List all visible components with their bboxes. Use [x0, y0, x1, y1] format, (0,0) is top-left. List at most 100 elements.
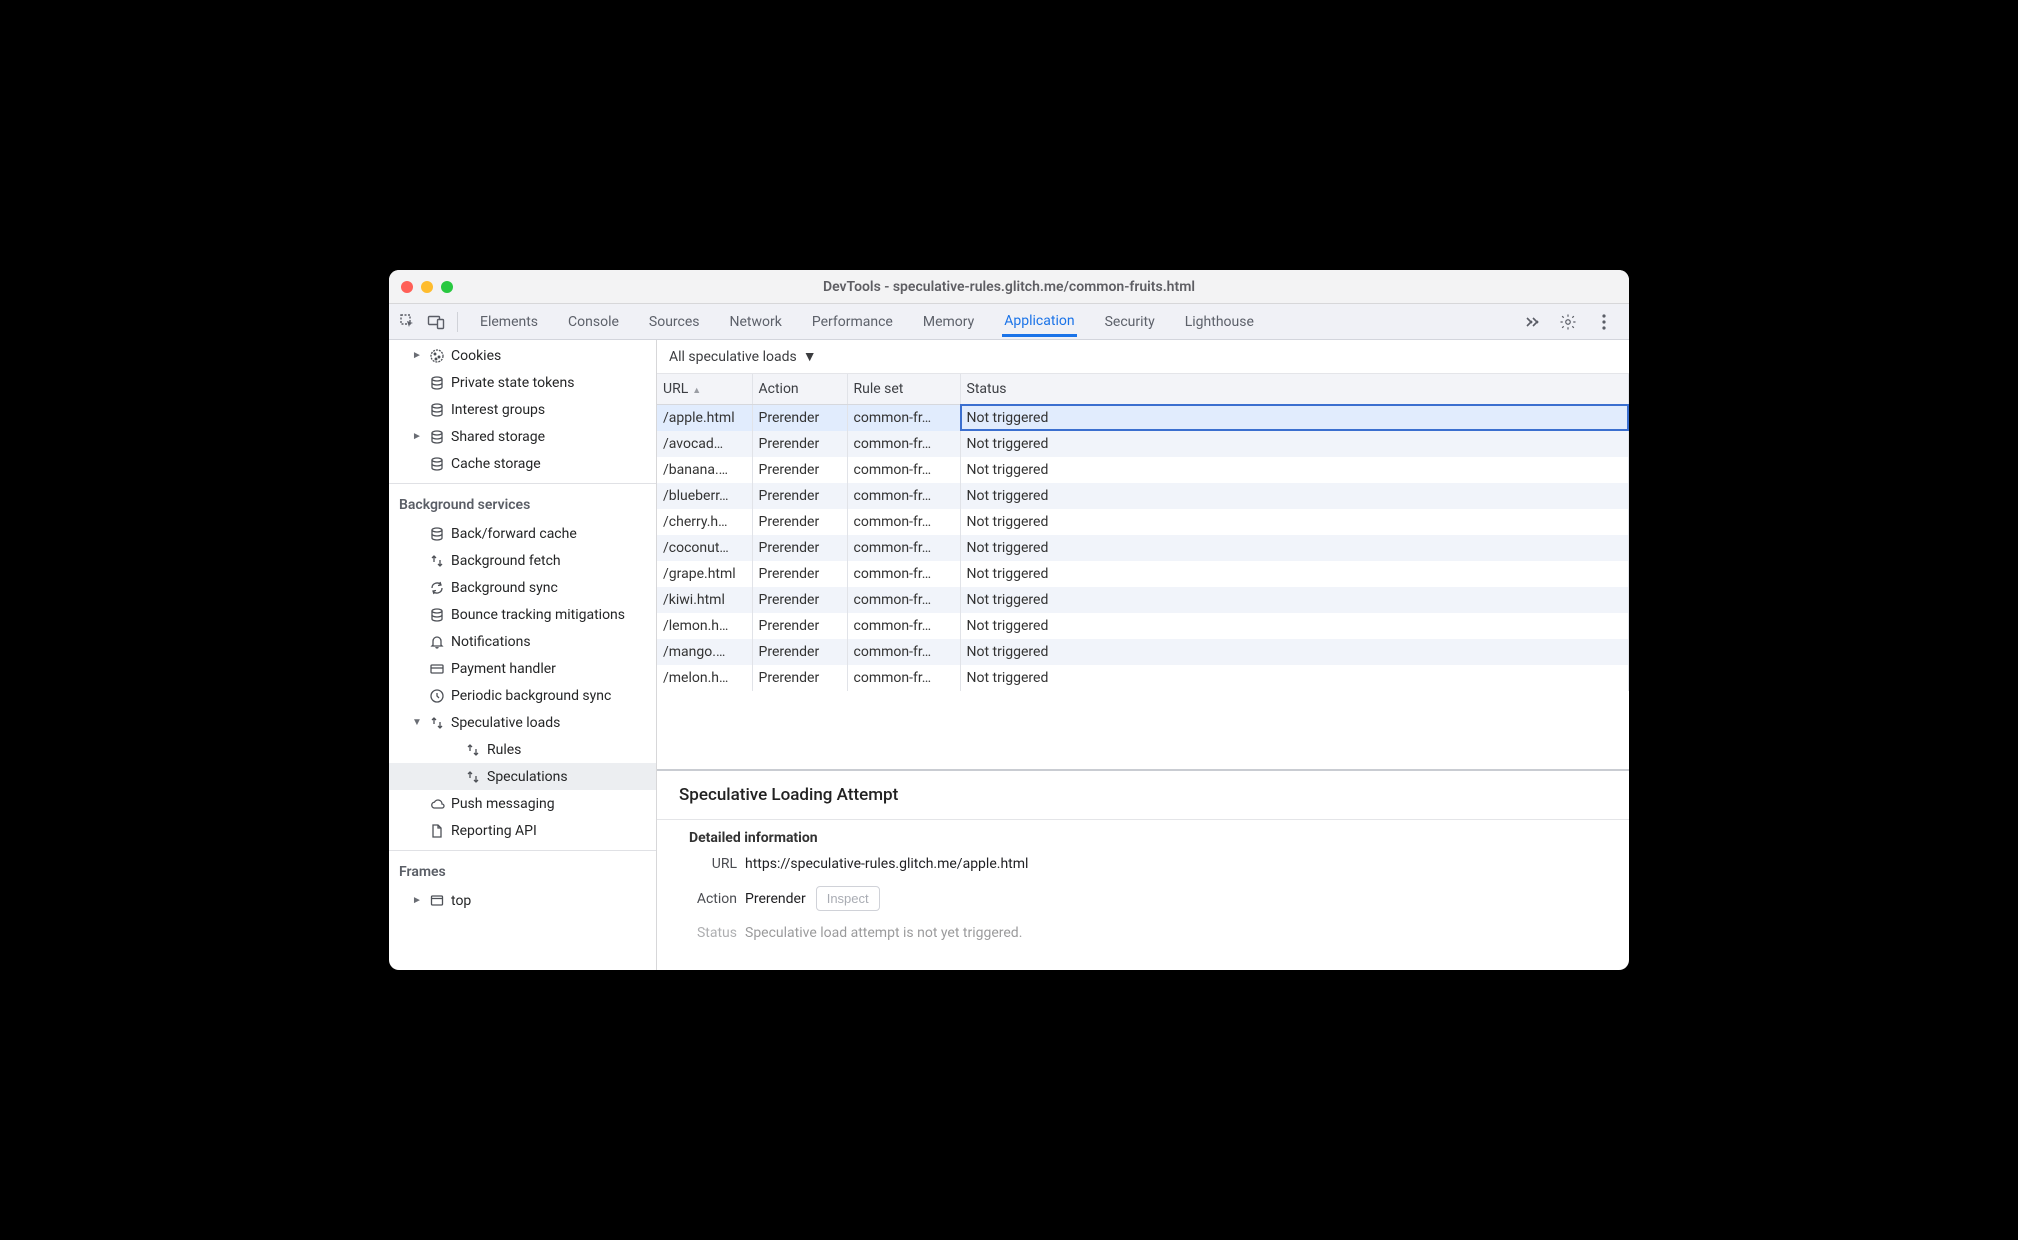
device-toolbar-icon[interactable]: [425, 311, 447, 333]
tab-sources[interactable]: Sources: [647, 308, 702, 336]
detail-url-key: URL: [679, 856, 745, 872]
sync-icon: [429, 580, 445, 596]
maximize-window-button[interactable]: [441, 281, 453, 293]
sidebar-item-back-forward-cache[interactable]: Back/forward cache: [389, 520, 656, 547]
table-row[interactable]: /apple.htmlPrerendercommon-fr…Not trigge…: [657, 404, 1629, 431]
cell-status: Not triggered: [960, 665, 1629, 691]
sidebar-item-speculative-loads[interactable]: ▼Speculative loads: [389, 709, 656, 736]
twisty-icon: ▼: [411, 717, 423, 728]
table-row[interactable]: /kiwi.htmlPrerendercommon-fr…Not trigger…: [657, 587, 1629, 613]
cell-action: Prerender: [752, 457, 847, 483]
sidebar-item-cookies[interactable]: ►Cookies: [389, 342, 656, 369]
cookie-icon: [429, 348, 445, 364]
column-status[interactable]: Status: [960, 374, 1629, 404]
sidebar-item-top[interactable]: ► top: [389, 887, 656, 914]
cell-ruleset: common-fr…: [847, 483, 960, 509]
tab-console[interactable]: Console: [566, 308, 621, 336]
cell-status: Not triggered: [960, 431, 1629, 457]
updown-icon: [429, 553, 445, 569]
sidebar-item-bounce-tracking-mitigations[interactable]: Bounce tracking mitigations: [389, 601, 656, 628]
table-row[interactable]: /melon.h…Prerendercommon-fr…Not triggere…: [657, 665, 1629, 691]
tree-item-label: Background fetch: [451, 553, 561, 569]
cell-url: /grape.html: [657, 561, 752, 587]
tab-security[interactable]: Security: [1103, 308, 1157, 336]
tab-lighthouse[interactable]: Lighthouse: [1183, 308, 1256, 336]
tab-network[interactable]: Network: [728, 308, 784, 336]
speculations-table-wrap[interactable]: URL▲ActionRule setStatus /apple.htmlPrer…: [657, 374, 1629, 770]
sidebar-item-payment-handler[interactable]: Payment handler: [389, 655, 656, 682]
sidebar-item-speculations[interactable]: Speculations: [389, 763, 656, 790]
minimize-window-button[interactable]: [421, 281, 433, 293]
sidebar-heading-bg: Background services: [389, 490, 656, 520]
close-window-button[interactable]: [401, 281, 413, 293]
sidebar-item-periodic-background-sync[interactable]: Periodic background sync: [389, 682, 656, 709]
sidebar-item-shared-storage[interactable]: ► Shared storage: [389, 423, 656, 450]
column-url[interactable]: URL▲: [657, 374, 752, 404]
cell-url: /apple.html: [657, 404, 752, 431]
panel-tabbar: Elements Console Sources Network Performance…: [389, 304, 1629, 340]
sidebar-item-background-fetch[interactable]: Background fetch: [389, 547, 656, 574]
detail-status-value: Speculative load attempt is not yet trig…: [745, 925, 1022, 941]
twisty-icon: ►: [411, 431, 423, 442]
database-icon: [429, 526, 445, 542]
sidebar-item-reporting-api[interactable]: Reporting API: [389, 817, 656, 844]
more-tabs-icon[interactable]: [1521, 311, 1543, 333]
detail-action-key: Action: [679, 891, 745, 907]
tab-performance[interactable]: Performance: [810, 308, 895, 336]
tree-item-label: Push messaging: [451, 796, 555, 812]
tree-item-label: Cookies: [451, 348, 501, 364]
window-title: DevTools - speculative-rules.glitch.me/c…: [389, 279, 1629, 295]
column-action[interactable]: Action: [752, 374, 847, 404]
chevron-down-icon: ▼: [803, 348, 817, 365]
table-row[interactable]: /avocad…Prerendercommon-fr…Not triggered: [657, 431, 1629, 457]
cell-action: Prerender: [752, 483, 847, 509]
cell-url: /melon.h…: [657, 665, 752, 691]
table-row[interactable]: /banana.…Prerendercommon-fr…Not triggere…: [657, 457, 1629, 483]
tab-memory[interactable]: Memory: [921, 308, 976, 336]
database-icon: [429, 456, 445, 472]
cloud-icon: [429, 796, 445, 812]
frame-icon: [429, 893, 445, 909]
tree-item-label: Bounce tracking mitigations: [451, 607, 625, 623]
inspect-element-icon[interactable]: [397, 311, 419, 333]
table-row[interactable]: /mango.…Prerendercommon-fr…Not triggered: [657, 639, 1629, 665]
table-row[interactable]: /lemon.h…Prerendercommon-fr…Not triggere…: [657, 613, 1629, 639]
cell-status: Not triggered: [960, 639, 1629, 665]
cell-ruleset: common-fr…: [847, 613, 960, 639]
table-row[interactable]: /coconut…Prerendercommon-fr…Not triggere…: [657, 535, 1629, 561]
sidebar-item-rules[interactable]: Rules: [389, 736, 656, 763]
inspect-button[interactable]: Inspect: [816, 886, 880, 911]
cell-ruleset: common-fr…: [847, 665, 960, 691]
sidebar-item-cache-storage[interactable]: Cache storage: [389, 450, 656, 477]
database-icon: [429, 607, 445, 623]
divider: [457, 312, 458, 332]
tab-elements[interactable]: Elements: [478, 308, 540, 336]
tree-item-label: top: [451, 893, 471, 909]
detail-title: Speculative Loading Attempt: [679, 785, 1607, 805]
cell-status: Not triggered: [960, 613, 1629, 639]
twisty-icon: ►: [411, 895, 423, 906]
detail-action-value: Prerender: [745, 891, 806, 907]
table-row[interactable]: /blueberr…Prerendercommon-fr…Not trigger…: [657, 483, 1629, 509]
tree-item-label: Periodic background sync: [451, 688, 611, 704]
sidebar-item-private-state-tokens[interactable]: Private state tokens: [389, 369, 656, 396]
divider: [389, 483, 656, 484]
sidebar-item-background-sync[interactable]: Background sync: [389, 574, 656, 601]
sidebar-item-interest-groups[interactable]: Interest groups: [389, 396, 656, 423]
cell-url: /lemon.h…: [657, 613, 752, 639]
detail-subtitle: Detailed information: [689, 830, 1607, 846]
cell-ruleset: common-fr…: [847, 509, 960, 535]
kebab-menu-icon[interactable]: [1593, 311, 1615, 333]
column-rule-set[interactable]: Rule set: [847, 374, 960, 404]
settings-icon[interactable]: [1557, 311, 1579, 333]
cell-status: Not triggered: [960, 535, 1629, 561]
table-row[interactable]: /grape.htmlPrerendercommon-fr…Not trigge…: [657, 561, 1629, 587]
sidebar-item-notifications[interactable]: Notifications: [389, 628, 656, 655]
cell-url: /coconut…: [657, 535, 752, 561]
tab-application[interactable]: Application: [1002, 307, 1076, 337]
tree-item-label: Shared storage: [451, 429, 545, 445]
card-icon: [429, 661, 445, 677]
speculation-filter-select[interactable]: All speculative loads ▼: [669, 348, 817, 365]
table-row[interactable]: /cherry.h…Prerendercommon-fr…Not trigger…: [657, 509, 1629, 535]
sidebar-item-push-messaging[interactable]: Push messaging: [389, 790, 656, 817]
